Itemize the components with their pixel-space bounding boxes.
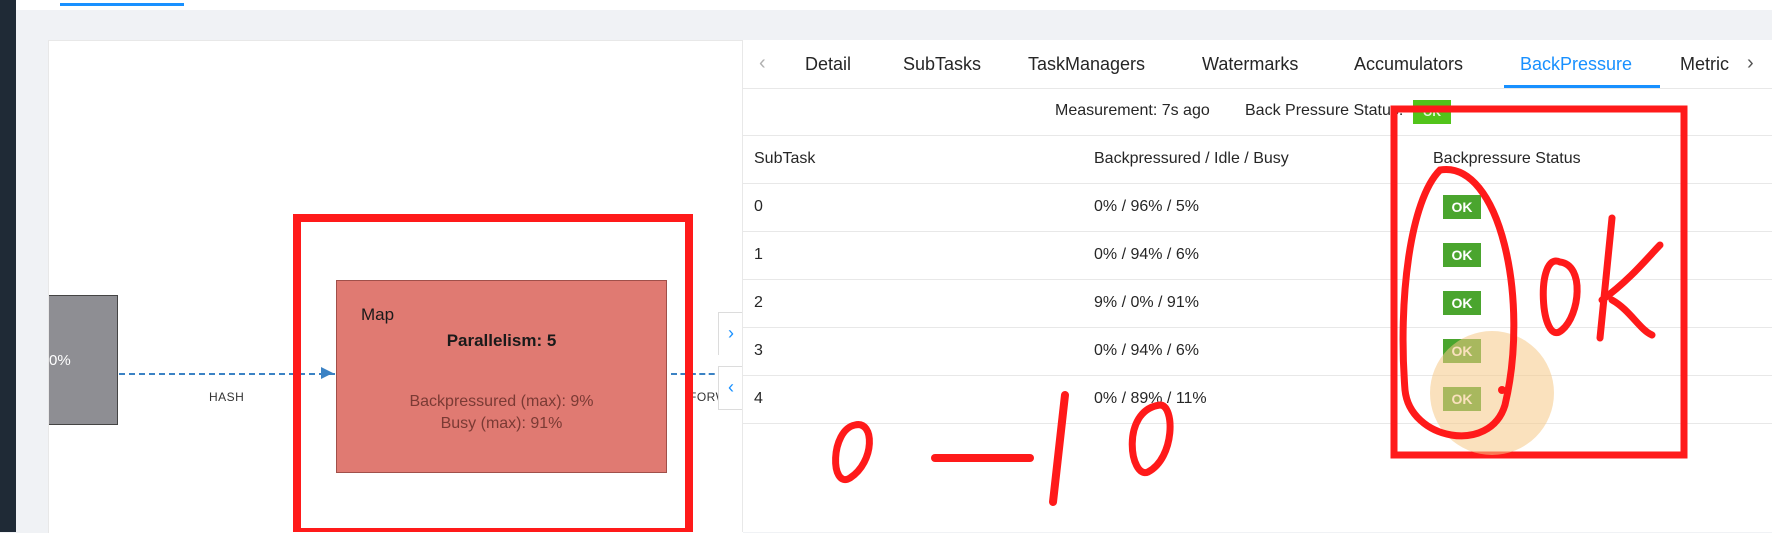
tabs-next-icon[interactable]: ›	[1747, 52, 1754, 75]
map-node-backpressured: Backpressured (max): 9%	[409, 393, 594, 410]
subtask-ratio: 9% / 0% / 91%	[1094, 294, 1199, 311]
detail-tabs: ‹ Detail SubTasks TaskManagers Watermark…	[743, 40, 1772, 89]
tab-metrics[interactable]: Metric	[1680, 54, 1729, 75]
top-nav-strip	[16, 0, 1772, 10]
status-badge: OK	[1443, 243, 1481, 267]
top-tab-active-indicator	[60, 3, 184, 6]
source-operator-node[interactable]: 0%	[49, 295, 118, 425]
subtask-index: 4	[754, 390, 763, 407]
table-header-row: SubTask Backpressured / Idle / Busy Back…	[743, 136, 1772, 184]
table-row[interactable]: 1 0% / 94% / 6% OK	[743, 232, 1772, 280]
subtask-ratio: 0% / 94% / 6%	[1094, 246, 1199, 263]
header-subtask[interactable]: SubTask	[754, 150, 815, 168]
map-operator-node[interactable]: Map Parallelism: 5 Backpressured (max): …	[336, 280, 667, 473]
map-node-busy: Busy (max): 91%	[440, 415, 563, 432]
tab-accumulators[interactable]: Accumulators	[1354, 54, 1463, 75]
left-window-edge	[0, 0, 16, 532]
hash-edge-label: HASH	[209, 390, 245, 404]
chevron-right-icon[interactable]: ›	[718, 312, 744, 355]
subtask-index: 2	[754, 294, 763, 311]
measurement-text: Measurement: 7s ago	[1055, 102, 1210, 119]
vertex-detail-panel: ‹ Detail SubTasks TaskManagers Watermark…	[742, 40, 1772, 532]
table-row[interactable]: 0 0% / 96% / 5% OK	[743, 184, 1772, 232]
tab-subtasks[interactable]: SubTasks	[903, 54, 981, 75]
subtask-ratio: 0% / 96% / 5%	[1094, 198, 1199, 215]
status-badge: OK	[1443, 387, 1481, 411]
subtask-ratio: 0% / 89% / 11%	[1094, 390, 1207, 407]
back-pressure-status-label: Back Pressure Status:	[1245, 102, 1404, 119]
chevron-left-icon[interactable]: ‹	[718, 366, 744, 410]
header-status[interactable]: Backpressure Status	[1433, 150, 1581, 168]
tab-taskmanagers[interactable]: TaskManagers	[1028, 54, 1145, 75]
map-node-parallelism: Parallelism: 5	[446, 331, 557, 350]
source-node-percent: 0%	[49, 352, 71, 369]
subtask-index: 3	[754, 342, 763, 359]
tabs-prev-icon[interactable]: ‹	[759, 52, 766, 75]
status-badge: OK	[1443, 339, 1481, 363]
subtask-ratio: 0% / 94% / 6%	[1094, 342, 1199, 359]
table-row[interactable]: 4 0% / 89% / 11% OK	[743, 376, 1772, 424]
tab-backpressure[interactable]: BackPressure	[1520, 54, 1632, 75]
subtask-index: 0	[754, 198, 763, 215]
active-tab-underline	[1504, 85, 1660, 88]
status-badge: OK	[1443, 195, 1481, 219]
subtask-index: 1	[754, 246, 763, 263]
edge-arrowhead-icon	[321, 367, 333, 379]
table-row[interactable]: 3 0% / 94% / 6% OK	[743, 328, 1772, 376]
backpressure-table: SubTask Backpressured / Idle / Busy Back…	[743, 136, 1772, 424]
table-row[interactable]: 2 9% / 0% / 91% OK	[743, 280, 1772, 328]
status-badge: OK	[1443, 291, 1481, 315]
header-ratio[interactable]: Backpressured / Idle / Busy	[1094, 150, 1289, 168]
tab-detail[interactable]: Detail	[805, 54, 851, 75]
tab-watermarks[interactable]: Watermarks	[1202, 54, 1298, 75]
map-node-name: Map	[361, 305, 395, 324]
job-graph-panel[interactable]: 0% HASH Map Parallelism: 5 Backpressured…	[48, 40, 743, 533]
back-pressure-status-badge: OK	[1413, 100, 1451, 124]
